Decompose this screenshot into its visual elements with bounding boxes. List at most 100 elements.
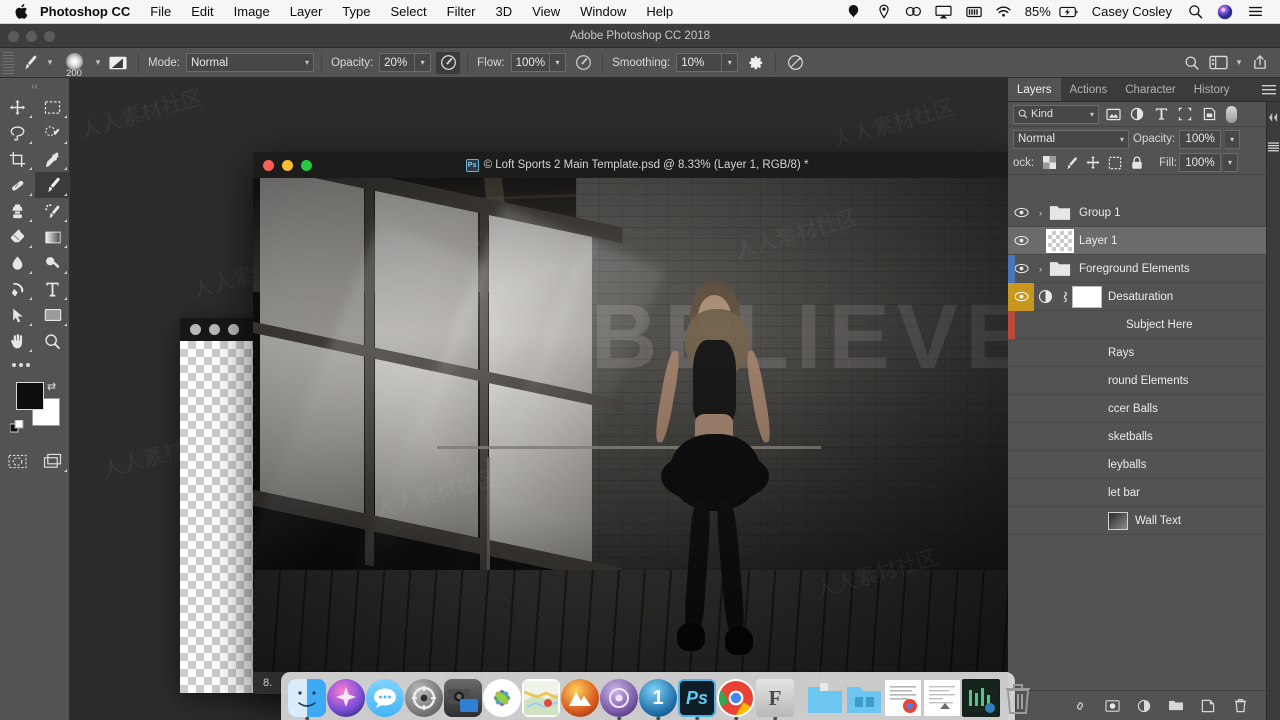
screen-mode-icon[interactable]: [35, 448, 70, 474]
search-icon[interactable]: [1180, 52, 1204, 74]
menu-select[interactable]: Select: [380, 0, 436, 24]
table-row[interactable]: Subject Here: [1008, 311, 1266, 339]
wifi-icon[interactable]: [989, 0, 1019, 24]
tab-actions[interactable]: Actions: [1061, 78, 1117, 101]
shape-tool[interactable]: [35, 302, 70, 328]
dock-item-fontbook[interactable]: F: [756, 675, 794, 720]
dock-item-trash[interactable]: [1001, 679, 1035, 717]
opacity-slider-chevron[interactable]: ▾: [415, 53, 432, 72]
smoothing-input[interactable]: 10%: [676, 53, 723, 72]
new-layer-icon[interactable]: [1198, 696, 1218, 716]
tab-character[interactable]: Character: [1116, 78, 1185, 101]
blur-tool[interactable]: [0, 250, 35, 276]
document-canvas[interactable]: BELIEVE: [253, 178, 1021, 694]
brush-preset-chevron-icon[interactable]: ▾: [91, 57, 105, 68]
layer-name[interactable]: Layer 1: [1079, 235, 1117, 247]
dock-item-photos[interactable]: [483, 675, 521, 717]
dock-item-messages[interactable]: [366, 675, 404, 717]
chevron-down-icon[interactable]: ▾: [1232, 57, 1246, 68]
panel-menu-icon[interactable]: [1258, 78, 1280, 101]
lock-artboard-nesting-icon[interactable]: [1105, 153, 1125, 173]
menu-image[interactable]: Image: [224, 0, 280, 24]
healing-brush-tool[interactable]: [0, 172, 35, 198]
table-row[interactable]: › Group 1: [1008, 199, 1266, 227]
document-titlebar[interactable]: Ps © Loft Sports 2 Main Template.psd @ 8…: [253, 152, 1021, 178]
table-row[interactable]: let bar: [1008, 479, 1266, 507]
app-zoom-button[interactable]: [44, 30, 55, 42]
adjustment-layer-filter-icon[interactable]: [1127, 104, 1147, 124]
menu-help[interactable]: Help: [636, 0, 683, 24]
history-brush-tool[interactable]: [35, 198, 70, 224]
layer-kind-filter[interactable]: Kind ▾: [1013, 104, 1099, 124]
layer-blend-mode-select[interactable]: Normal ▾: [1013, 129, 1129, 149]
filter-toggle-switch[interactable]: [1225, 104, 1238, 124]
marquee-tool[interactable]: [35, 94, 70, 120]
dock-item-document-preview-text[interactable]: [923, 675, 961, 717]
menu-type[interactable]: Type: [332, 0, 380, 24]
blend-mode-select[interactable]: Normal ▾: [185, 53, 314, 72]
layer-mask-link-icon[interactable]: [1056, 290, 1072, 304]
flow-slider-chevron[interactable]: ▾: [550, 53, 567, 72]
app-close-button[interactable]: [8, 30, 19, 42]
table-row[interactable]: leyballs: [1008, 451, 1266, 479]
chevron-down-icon[interactable]: ▾: [1090, 110, 1094, 119]
shape-layer-filter-icon[interactable]: [1175, 104, 1195, 124]
dock-item-firefox-dev[interactable]: [600, 675, 638, 720]
brush-tool-preset-chevron[interactable]: ▾: [43, 57, 57, 68]
chevron-down-icon[interactable]: ▾: [1120, 135, 1124, 144]
layer-name[interactable]: Desaturation: [1108, 291, 1173, 303]
dock-item-chrome[interactable]: [717, 675, 755, 720]
menu-file[interactable]: File: [140, 0, 181, 24]
background-close-button[interactable]: [190, 324, 201, 335]
toolbox-grip[interactable]: ‹‹: [0, 78, 69, 94]
workspace-icon[interactable]: [1206, 52, 1230, 74]
lock-all-icon[interactable]: [1127, 153, 1147, 173]
dock-item-maps[interactable]: [522, 675, 560, 717]
share-icon[interactable]: [1248, 52, 1272, 74]
table-row[interactable]: Rays: [1008, 339, 1266, 367]
table-row[interactable]: Wall Text: [1008, 507, 1266, 535]
menu-window[interactable]: Window: [570, 0, 636, 24]
table-row[interactable]: ccer Balls: [1008, 395, 1266, 423]
layer-visibility-icon[interactable]: [1008, 199, 1034, 227]
crop-tool[interactable]: [0, 146, 35, 172]
layer-name[interactable]: Group 1: [1079, 207, 1121, 219]
active-document-window[interactable]: Ps © Loft Sports 2 Main Template.psd @ 8…: [253, 152, 1021, 694]
delete-layer-icon[interactable]: [1230, 696, 1250, 716]
layer-style-fx-icon[interactable]: [1102, 696, 1122, 716]
foreground-color-swatch[interactable]: [16, 382, 44, 410]
brush-tool[interactable]: [35, 172, 70, 198]
table-row[interactable]: sketballs: [1008, 423, 1266, 451]
default-colors-icon[interactable]: [9, 419, 24, 439]
table-row[interactable]: Layer 1: [1008, 227, 1266, 255]
lock-position-icon[interactable]: [1083, 153, 1103, 173]
menu-app-name[interactable]: Photoshop CC: [34, 0, 140, 24]
hand-tool[interactable]: [0, 328, 35, 354]
background-minimize-button[interactable]: [209, 324, 220, 335]
smoothing-slider-chevron[interactable]: ▾: [722, 53, 739, 72]
layer-name[interactable]: ccer Balls: [1108, 403, 1158, 415]
background-zoom-button[interactable]: [228, 324, 239, 335]
options-bar-grip[interactable]: [3, 51, 14, 74]
layer-visibility-icon[interactable]: [1008, 227, 1034, 255]
brush-tool-icon[interactable]: [17, 52, 43, 74]
smart-object-filter-icon[interactable]: [1199, 104, 1219, 124]
apple-logo-icon[interactable]: [8, 3, 34, 20]
layer-name[interactable]: leyballs: [1108, 459, 1146, 471]
menu-view[interactable]: View: [522, 0, 570, 24]
opacity-input[interactable]: 20%: [379, 53, 416, 72]
tab-history[interactable]: History: [1185, 78, 1239, 101]
battery-charging-icon[interactable]: [1054, 0, 1084, 24]
layer-thumbnail[interactable]: [1108, 511, 1128, 530]
layer-fill-input[interactable]: 100%: [1178, 153, 1221, 172]
pressure-opacity-icon[interactable]: [436, 51, 461, 74]
layer-name[interactable]: Rays: [1108, 347, 1134, 359]
flow-input[interactable]: 100%: [510, 53, 551, 72]
path-selection-tool[interactable]: [0, 302, 35, 328]
layer-name[interactable]: sketballs: [1108, 431, 1153, 443]
layer-name[interactable]: let bar: [1108, 487, 1140, 499]
document-zoom-button[interactable]: [301, 159, 312, 171]
move-tool[interactable]: [0, 94, 35, 120]
tab-layers[interactable]: Layers: [1008, 78, 1061, 101]
brush-preset-picker-icon[interactable]: 200: [57, 48, 91, 79]
